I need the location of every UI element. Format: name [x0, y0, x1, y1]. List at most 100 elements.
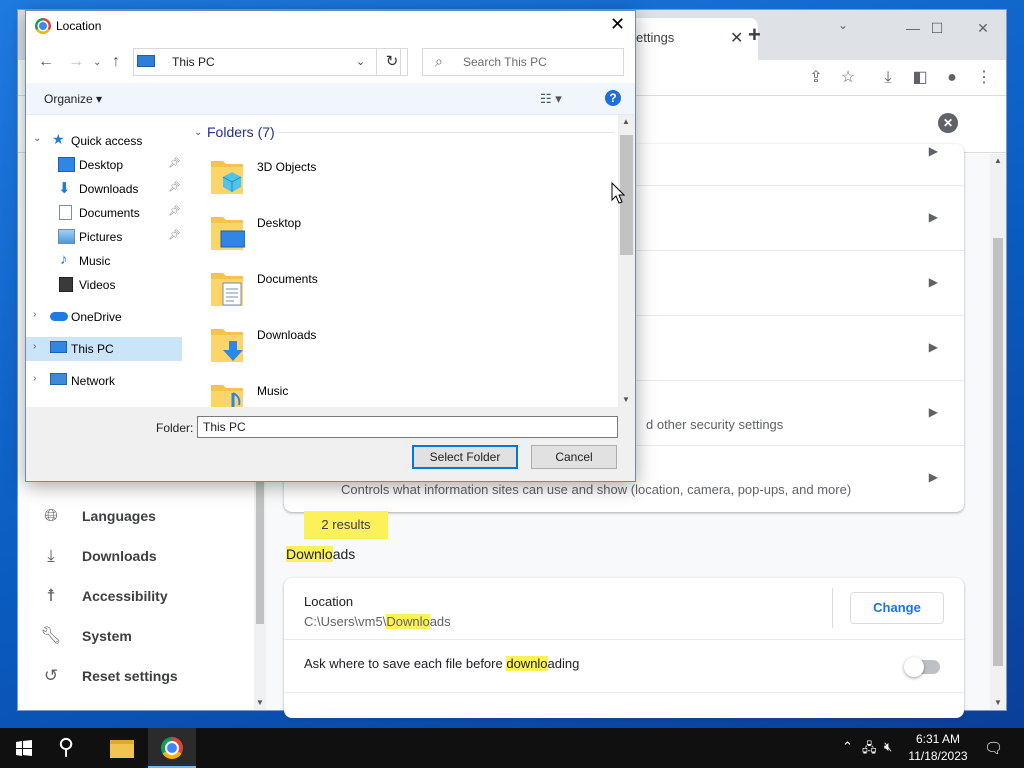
taskbar-chrome-button[interactable]	[148, 728, 196, 768]
pin-icon: 📌︎	[168, 182, 181, 193]
location-label: Location	[304, 594, 354, 609]
nav-item-label: Videos	[79, 278, 116, 292]
tab-search-icon[interactable]: ⌄	[838, 18, 848, 32]
desktop-icon	[58, 157, 75, 172]
clear-search-icon[interactable]: ✕	[938, 113, 958, 133]
documents-folder-icon	[211, 273, 243, 306]
back-arrow-icon[interactable]: ←	[38, 53, 54, 71]
sidebar-item-downloads[interactable]: ⤓ Downloads	[40, 541, 250, 573]
section-title-rest: ads	[332, 546, 356, 562]
bookmark-star-icon[interactable]: ☆	[836, 66, 860, 90]
menu-icon[interactable]: ⋮	[972, 66, 996, 90]
change-location-button[interactable]: Change	[850, 592, 944, 624]
system-clock[interactable]: 6:31 AM 11/18/2023	[900, 731, 976, 765]
side-panel-icon[interactable]: ◧	[908, 66, 932, 90]
main-scrollbar-thumb[interactable]	[993, 238, 1003, 666]
up-arrow-icon[interactable]: ↑	[112, 53, 120, 71]
nav-item-desktop[interactable]: Desktop 📌︎	[26, 153, 184, 177]
address-text: This PC	[172, 55, 215, 69]
sidebar-item-reset-settings[interactable]: ↺ Reset settings	[40, 661, 250, 693]
nav-item-label: Music	[79, 254, 111, 268]
organize-menu[interactable]: Organize ▾	[44, 92, 102, 106]
location-dialog: Location ✕ ← → ⌄ ↑ This PC ⌄ ↻ ⌕ Search …	[25, 10, 636, 482]
cancel-button[interactable]: Cancel	[531, 445, 617, 469]
ask-prefix: Ask where to save each file before	[304, 656, 507, 671]
downloads-section-title: Downloads	[286, 546, 355, 562]
download-icon[interactable]: ⤓	[876, 66, 900, 90]
clock-time: 6:31 AM	[915, 732, 961, 746]
nav-item-music[interactable]: ♪ Music	[26, 249, 184, 273]
scroll-down-icon[interactable]: ▼	[622, 395, 630, 404]
dialog-title: Location	[56, 19, 102, 33]
folder-item-desktop[interactable]: Desktop	[209, 211, 329, 263]
folder-item-music[interactable]: Music	[209, 379, 329, 407]
folders-group-heading[interactable]: Folders (7)	[207, 124, 275, 140]
collapse-group-icon[interactable]: ⌄	[194, 127, 202, 138]
folder-name: Music	[257, 384, 289, 398]
toggle-knob	[904, 657, 924, 677]
document-icon	[59, 205, 72, 220]
nav-item-downloads[interactable]: ⬇ Downloads 📌︎	[26, 177, 184, 201]
sidebar-item-accessibility[interactable]: ☨ Accessibility	[40, 581, 250, 613]
help-icon[interactable]: ?	[605, 90, 621, 106]
main-scrollbar[interactable]: ▲ ▼	[990, 154, 1006, 710]
nav-item-this-pc[interactable]: › This PC	[26, 337, 182, 361]
network-icon	[50, 373, 67, 385]
new-tab-button[interactable]: +	[748, 22, 761, 48]
select-folder-button[interactable]: Select Folder	[412, 445, 518, 469]
history-icon: ↺	[43, 666, 59, 685]
close-window-button[interactable]: ✕	[960, 14, 1006, 42]
share-icon[interactable]: ⇪	[804, 66, 828, 90]
folder-list-scrollbar[interactable]: ▲ ▼	[618, 115, 635, 407]
expand-arrow-icon[interactable]: ›	[33, 309, 36, 320]
sidebar-item-languages[interactable]: 🌐︎ Languages	[40, 501, 250, 533]
nav-item-network[interactable]: › Network	[26, 369, 184, 393]
search-placeholder: Search This PC	[463, 55, 547, 69]
recent-locations-icon[interactable]: ⌄	[93, 57, 101, 68]
folder-item-documents[interactable]: Documents	[209, 267, 329, 319]
scroll-up-icon[interactable]: ▲	[622, 117, 630, 126]
file-explorer-icon[interactable]	[110, 740, 134, 758]
network-status-icon[interactable]: 🖧︎	[862, 739, 877, 761]
chevron-down-icon[interactable]: ⌄	[356, 55, 365, 68]
ask-where-to-save-toggle[interactable]	[904, 657, 940, 677]
forward-arrow-icon[interactable]: →	[68, 53, 84, 71]
tab-close-icon[interactable]: ✕	[730, 28, 743, 48]
search-icon[interactable]: ⚲	[58, 734, 74, 760]
profile-icon[interactable]: ●	[940, 66, 964, 90]
nav-item-quick-access[interactable]: ⌄ ★ Quick access	[26, 129, 184, 153]
nav-item-label: This PC	[71, 342, 114, 356]
expand-arrow-icon[interactable]: ›	[33, 373, 36, 384]
folder-item-downloads[interactable]: Downloads	[209, 323, 329, 375]
change-view-icon[interactable]: ☷ ▾	[540, 91, 562, 107]
sidebar-item-label: Languages	[82, 508, 156, 524]
download-icon: ⤓	[47, 546, 55, 565]
nav-item-onedrive[interactable]: › OneDrive	[26, 305, 184, 329]
notifications-icon[interactable]: 🗨︎	[984, 739, 1003, 757]
search-highlight: Downlo	[286, 546, 333, 562]
nav-item-videos[interactable]: Videos	[26, 273, 184, 297]
scroll-down-icon[interactable]: ▼	[994, 698, 1002, 707]
maximize-button[interactable]: ☐	[914, 14, 960, 42]
location-path: C:\Users\vm5\Downloads	[304, 614, 451, 629]
volume-muted-icon[interactable]: 🔇︎	[884, 739, 892, 755]
search-results-badge: 2 results	[304, 511, 388, 539]
scroll-down-icon[interactable]: ▼	[256, 698, 264, 707]
show-hidden-icons-icon[interactable]: ⌃	[842, 739, 853, 755]
sidebar-item-system[interactable]: 🔧︎ System	[40, 621, 250, 653]
folder-name: 3D Objects	[257, 160, 317, 174]
windows-start-icon[interactable]	[16, 740, 32, 756]
expand-arrow-icon[interactable]: ›	[33, 341, 36, 352]
refresh-button[interactable]: ↻	[376, 48, 408, 76]
search-this-pc-input[interactable]: ⌕ Search This PC	[422, 48, 624, 76]
nav-item-documents[interactable]: Documents 📌︎	[26, 201, 184, 225]
folder-input[interactable]: This PC	[197, 416, 618, 438]
chrome-logo-icon	[35, 18, 51, 34]
3d-objects-folder-icon	[211, 161, 243, 194]
nav-item-pictures[interactable]: Pictures 📌︎	[26, 225, 184, 249]
scroll-up-icon[interactable]: ▲	[994, 156, 1002, 165]
expand-arrow-icon[interactable]: ⌄	[33, 133, 41, 144]
address-bar[interactable]: This PC ⌄	[133, 48, 401, 76]
folder-item-3d-objects[interactable]: 3D Objects	[209, 155, 329, 207]
dialog-close-button[interactable]: ✕	[610, 14, 625, 35]
